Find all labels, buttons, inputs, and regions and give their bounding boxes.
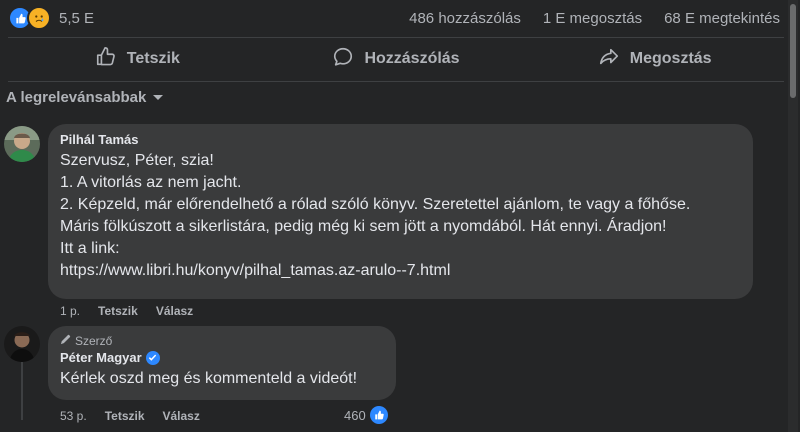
caret-down-icon [152, 89, 164, 106]
comment-text: Kérlek oszd meg és kommenteld a videót! [60, 370, 358, 387]
share-button-label: Megosztás [629, 50, 712, 67]
thumbs-up-icon [95, 46, 117, 73]
comment-meta: 53 p. Tetszik Válasz [60, 409, 200, 423]
comment-author[interactable]: Péter Magyar [60, 350, 384, 365]
comment-reply-button[interactable]: Válasz [163, 409, 200, 423]
sad-reaction-icon [27, 6, 51, 30]
like-button-label: Tetszik [126, 50, 180, 67]
share-arrow-icon [598, 46, 620, 73]
scrollbar[interactable] [788, 0, 798, 432]
author-name[interactable]: Péter Magyar [60, 350, 142, 365]
comment-line: 1. A vitorlás az nem jacht. [60, 174, 242, 191]
scrollbar-thumb[interactable] [790, 4, 796, 98]
share-count[interactable]: 1 E megosztás [543, 10, 642, 27]
thread-line [21, 362, 23, 420]
comment-author[interactable]: Pilhál Tamás [60, 132, 741, 147]
divider [8, 81, 784, 82]
comment-line: Szervusz, Péter, szia! [60, 152, 214, 169]
view-count: 68 E megtekintés [664, 9, 780, 27]
reaction-count: 5,5 E [59, 9, 95, 27]
author-badge-label: Szerző [75, 334, 113, 348]
like-count-value: 460 [344, 407, 366, 423]
comment-line: Itt a link: [60, 240, 120, 257]
comment-text: Szervusz, Péter, szia! 1. A vitorlás az … [60, 150, 741, 282]
comment-bubble: Szerző Péter Magyar Kérlek oszd meg és k… [48, 326, 396, 400]
comment-button[interactable]: Hozzászólás [267, 38, 526, 80]
comment-timestamp[interactable]: 53 p. [60, 409, 87, 423]
action-bar: Tetszik Hozzászólás Megosztás [8, 38, 784, 80]
comment-link[interactable]: https://www.libri.hu/konyv/pilhal_tamas.… [60, 260, 741, 282]
author-badge: Szerző [60, 334, 384, 348]
pencil-icon [60, 334, 71, 348]
comment-timestamp[interactable]: 1 p. [60, 304, 80, 318]
comment-like-button[interactable]: Tetszik [105, 409, 145, 423]
comment-button-label: Hozzászólás [364, 50, 460, 67]
comment-line: Máris fölkúszott a sikerlistára, pedig m… [60, 218, 667, 235]
comment-bubble-icon [332, 46, 354, 73]
avatar[interactable] [4, 126, 40, 162]
comment-bubble: Pilhál Tamás Szervusz, Péter, szia! 1. A… [48, 124, 753, 299]
share-button[interactable]: Megosztás [525, 38, 784, 80]
author-name[interactable]: Pilhál Tamás [60, 132, 139, 147]
comment-line: 2. Képzeld, már előrendelhető a rólad sz… [60, 196, 691, 213]
comment-meta: 1 p. Tetszik Válasz [60, 304, 193, 318]
reaction-summary[interactable]: 5,5 E [8, 6, 94, 30]
comment-sort-dropdown[interactable]: A legrelevánsabbak [6, 89, 164, 106]
comment-like-count[interactable]: 460 [344, 406, 388, 424]
reaction-stats-bar: 5,5 E 486 hozzászólás 1 E megosztás 68 E… [0, 0, 790, 36]
sort-label: A legrelevánsabbak [6, 89, 147, 106]
like-reaction-icon [369, 406, 388, 424]
comment-reply-button[interactable]: Válasz [156, 304, 193, 318]
comment-like-button[interactable]: Tetszik [98, 304, 138, 318]
verified-badge-icon [145, 350, 160, 365]
comment-count[interactable]: 486 hozzászólás [409, 10, 521, 27]
like-button[interactable]: Tetszik [8, 38, 267, 80]
avatar[interactable] [4, 326, 40, 362]
